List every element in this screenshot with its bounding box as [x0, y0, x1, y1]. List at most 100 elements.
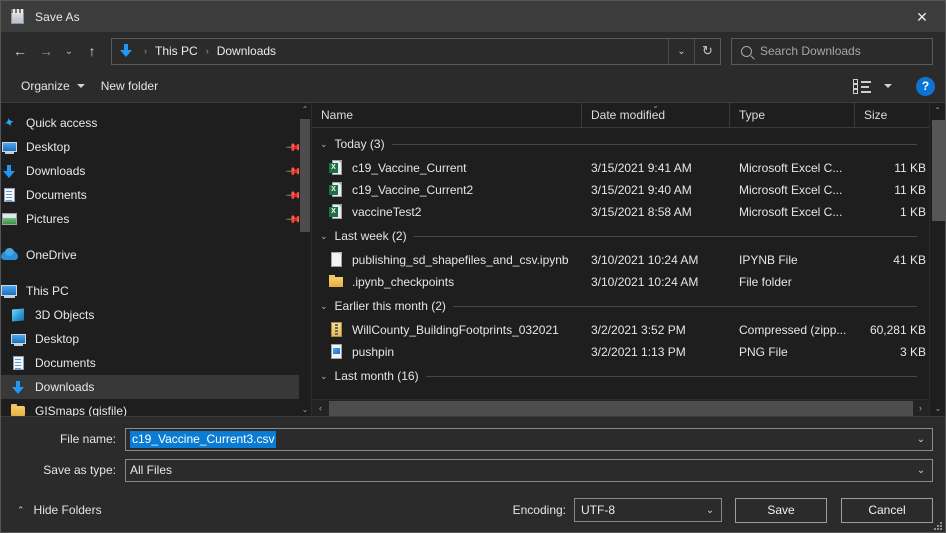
file-group-header-last-month[interactable]: ⌄ Last month (16)	[312, 363, 929, 389]
file-list-scrollbar[interactable]: ⌃ ⌄	[929, 103, 945, 416]
save-as-type-select[interactable]: All Files ⌄	[125, 458, 933, 482]
sidebar-group-quick-access[interactable]: ✦ Quick access	[1, 111, 311, 135]
file-date: 3/15/2021 8:58 AM	[591, 205, 692, 219]
file-group-label: Last week (2)	[334, 229, 407, 243]
back-button[interactable]: ←	[7, 37, 33, 65]
file-group-header-today[interactable]: ⌄ Today (3)	[312, 131, 929, 157]
download-arrow-icon	[10, 379, 27, 395]
chevron-down-icon	[76, 84, 85, 88]
file-date: 3/10/2021 10:24 AM	[591, 253, 699, 267]
table-row[interactable]: pushpin 3/2/2021 1:13 PM PNG File 3 KB	[312, 341, 929, 363]
sidebar-item-documents[interactable]: Documents 📌	[1, 183, 311, 207]
sidebar-item-desktop-pc[interactable]: Desktop	[1, 327, 311, 351]
sidebar-scrollbar[interactable]: ⌃ ⌄	[299, 103, 311, 416]
help-button[interactable]: ?	[916, 76, 935, 96]
close-icon[interactable]: ✕	[899, 1, 945, 32]
group-divider	[452, 305, 917, 307]
chevron-down-icon[interactable]: ⌄	[910, 429, 932, 450]
save-form: File name: c19_Vaccine_Current3.csv ⌄ Sa…	[1, 416, 945, 488]
search-box[interactable]: Search Downloads	[731, 37, 933, 65]
column-header-type[interactable]: Type	[730, 102, 855, 128]
change-view-button[interactable]	[845, 74, 900, 98]
sidebar-item-label: Downloads	[26, 164, 86, 178]
table-row[interactable]: .ipynb_checkpoints 3/10/2021 10:24 AM Fi…	[312, 271, 929, 293]
chevron-down-icon[interactable]: ⌄	[320, 231, 328, 241]
scroll-down-icon[interactable]: ⌄	[930, 401, 946, 416]
table-row[interactable]: X c19_Vaccine_Current2 3/15/2021 9:40 AM…	[312, 179, 929, 201]
sidebar-item-desktop[interactable]: Desktop 📌	[1, 135, 311, 159]
new-folder-button[interactable]: New folder	[93, 75, 166, 97]
sidebar-item-downloads-pc[interactable]: Downloads	[1, 375, 311, 399]
breadcrumb-item-this-pc[interactable]: This PC	[153, 44, 200, 58]
column-header-date-modified[interactable]: ⌄ Date modified	[582, 102, 730, 128]
column-header-name[interactable]: Name	[312, 102, 582, 128]
chevron-down-icon[interactable]: ⌄	[320, 301, 328, 311]
file-group-header-earlier-this-month[interactable]: ⌄ Earlier this month (2)	[312, 293, 929, 319]
scroll-right-icon[interactable]: ›	[912, 400, 929, 417]
command-toolbar: Organize New folder ?	[1, 70, 945, 103]
breadcrumb-item-downloads[interactable]: Downloads	[215, 44, 278, 58]
table-row[interactable]: publishing_sd_shapefiles_and_csv.ipynb 3…	[312, 249, 929, 271]
chevron-down-icon[interactable]: ⌄	[699, 500, 721, 521]
file-type: File folder	[739, 275, 792, 289]
scroll-down-icon[interactable]: ⌄	[299, 403, 311, 416]
sidebar-item-label: GISmaps (gisfile)	[35, 404, 128, 416]
sidebar-item-label: Documents	[35, 356, 96, 370]
chevron-down-icon[interactable]: ⌄	[320, 371, 328, 381]
table-row[interactable]: X vaccineTest2 3/15/2021 8:58 AM Microso…	[312, 201, 929, 223]
resize-grip[interactable]	[931, 519, 942, 530]
sidebar-item-documents-pc[interactable]: Documents	[1, 351, 311, 375]
file-name-field[interactable]: c19_Vaccine_Current3.csv ⌄	[125, 427, 933, 451]
refresh-icon[interactable]: ↻	[694, 38, 720, 64]
sidebar-item-label: Documents	[26, 188, 87, 202]
hide-folders-button[interactable]: ⌃ Hide Folders	[13, 499, 106, 521]
scroll-left-icon[interactable]: ‹	[312, 400, 329, 417]
file-name-input[interactable]: c19_Vaccine_Current3.csv	[130, 430, 276, 448]
file-list-main: Name ⌄ Date modified Type Size ⌄ Today (…	[312, 102, 929, 416]
scroll-up-icon[interactable]: ⌃	[299, 103, 311, 116]
file-name: publishing_sd_shapefiles_and_csv.ipynb	[352, 253, 569, 267]
sidebar-item-pictures[interactable]: Pictures 📌	[1, 207, 311, 231]
chevron-down-icon[interactable]: ⌄	[320, 139, 328, 149]
file-type: Microsoft Excel C...	[739, 205, 843, 219]
sidebar-group-this-pc[interactable]: This PC	[1, 279, 311, 303]
cloud-icon	[1, 247, 18, 263]
column-header-size[interactable]: Size	[855, 103, 940, 128]
save-button[interactable]: Save	[735, 497, 827, 523]
horizontal-scroll-thumb[interactable]	[329, 400, 913, 416]
sidebar-item-downloads[interactable]: Downloads 📌	[1, 159, 311, 183]
pc-icon	[1, 283, 18, 299]
sidebar-item-onedrive[interactable]: OneDrive	[1, 243, 311, 267]
file-size: 11 KB	[894, 161, 926, 175]
sidebar-scroll-thumb[interactable]	[300, 119, 310, 232]
file-group-header-last-week[interactable]: ⌄ Last week (2)	[312, 223, 929, 249]
chevron-down-icon[interactable]: ⌄	[668, 38, 694, 64]
cancel-button[interactable]: Cancel	[841, 497, 933, 523]
column-headers: Name ⌄ Date modified Type Size	[312, 102, 929, 128]
search-icon	[741, 45, 752, 57]
address-bar[interactable]: › This PC › Downloads ⌄ ↻	[111, 37, 721, 65]
up-button[interactable]: ↑	[79, 37, 105, 65]
scroll-up-icon[interactable]: ⌃	[930, 103, 945, 118]
file-name: vaccineTest2	[352, 205, 422, 219]
chevron-down-icon[interactable]: ⌄	[910, 460, 932, 481]
forward-button[interactable]: →	[33, 37, 59, 65]
encoding-select[interactable]: UTF-8 ⌄	[574, 498, 722, 522]
file-list-inner: Name ⌄ Date modified Type Size ⌄ Today (…	[312, 102, 945, 416]
recent-locations-button[interactable]: ⌄	[59, 37, 79, 65]
organize-button[interactable]: Organize	[13, 75, 93, 97]
sidebar-item-gismaps[interactable]: GISmaps (gisfile)	[1, 399, 311, 416]
table-row[interactable]: WillCounty_BuildingFootprints_032021 3/2…	[312, 319, 929, 341]
horizontal-scroll-track[interactable]	[329, 400, 913, 417]
horizontal-scrollbar[interactable]: ‹ ›	[312, 399, 929, 416]
breadcrumb-separator: ›	[144, 46, 147, 56]
file-size: 41 KB	[893, 253, 926, 267]
file-date: 3/2/2021 1:13 PM	[591, 345, 686, 359]
file-size: 11 KB	[894, 183, 926, 197]
file-name: c19_Vaccine_Current	[352, 161, 467, 175]
file-list-scroll-thumb[interactable]	[932, 120, 945, 221]
sidebar-item-3d-objects[interactable]: 3D Objects	[1, 303, 311, 327]
search-input[interactable]: Search Downloads	[760, 44, 861, 58]
table-row[interactable]: X c19_Vaccine_Current 3/15/2021 9:41 AM …	[312, 157, 929, 179]
group-divider	[391, 143, 917, 145]
